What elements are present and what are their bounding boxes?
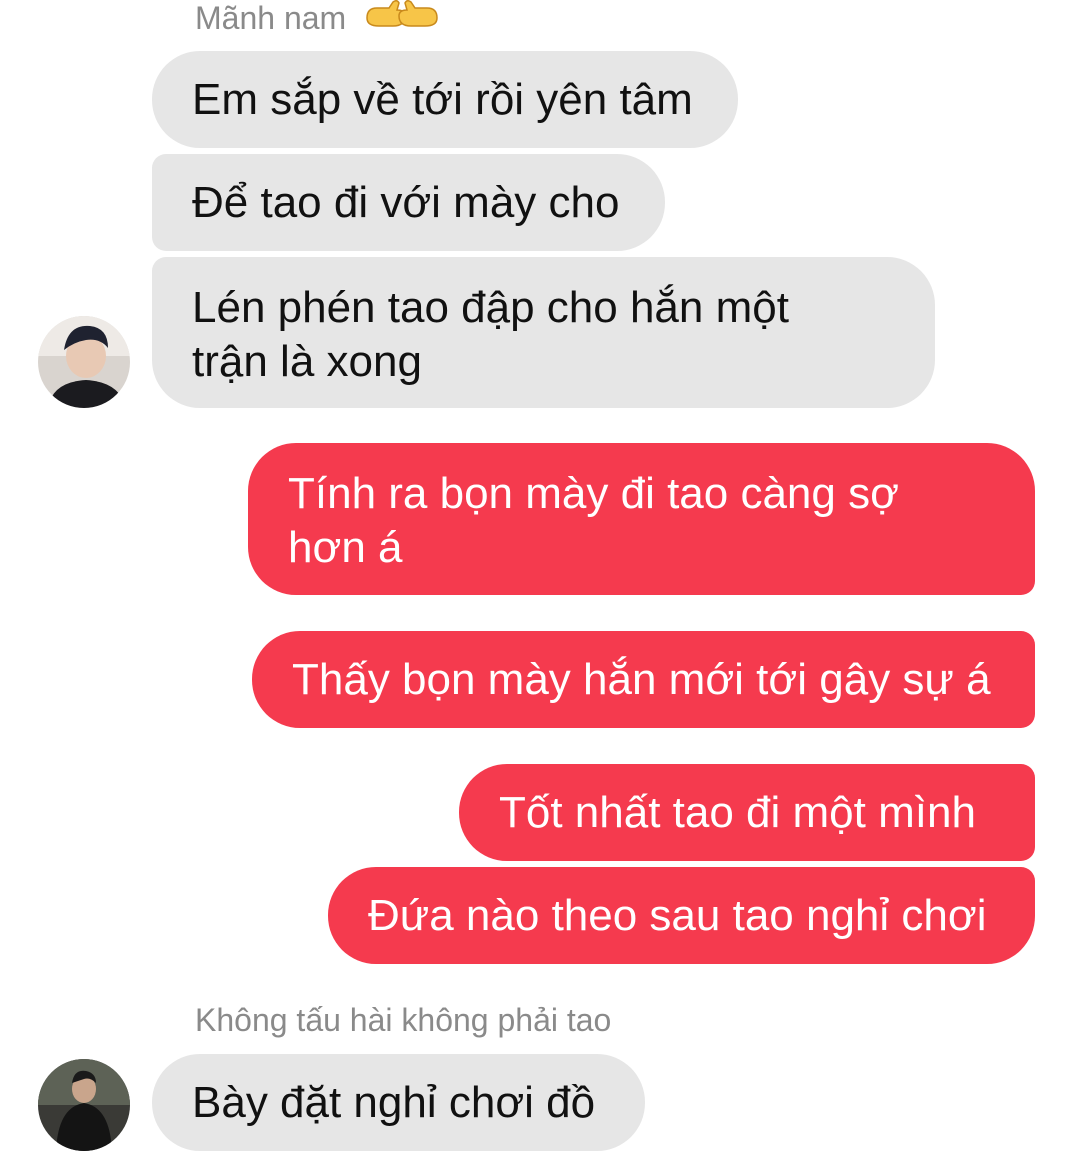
- sender-name: Không tấu hài không phải tao: [195, 1000, 611, 1040]
- message-text: Tính ra bọn mày đi tao càng sợ hơn á: [288, 469, 899, 572]
- message-text: Tốt nhất tao đi một mình: [499, 788, 976, 837]
- message-text: Để tao đi với mày cho: [192, 178, 620, 227]
- message-text: Lén phén tao đập cho hắn một trận là xon…: [192, 283, 789, 386]
- sender-name: Mãnh nam: [195, 0, 441, 43]
- user-avatar-photo-icon: [38, 316, 130, 408]
- message-text: Thấy bọn mày hắn mới tới gây sự á: [292, 655, 991, 704]
- sender-name-text: Mãnh nam: [195, 0, 347, 36]
- avatar[interactable]: [38, 316, 130, 408]
- user-avatar-photo-icon: [38, 1059, 130, 1151]
- chat-thread: Mãnh nam Em sắp về tới rồi yên tâm Để ta…: [0, 0, 1079, 1167]
- outgoing-message-bubble[interactable]: Tính ra bọn mày đi tao càng sợ hơn á: [248, 443, 1035, 595]
- incoming-message-bubble[interactable]: Em sắp về tới rồi yên tâm: [152, 51, 738, 148]
- message-text: Em sắp về tới rồi yên tâm: [192, 75, 693, 124]
- outgoing-message-bubble[interactable]: Đứa nào theo sau tao nghỉ chơi: [328, 867, 1035, 964]
- incoming-message-bubble[interactable]: Để tao đi với mày cho: [152, 154, 665, 251]
- incoming-message-bubble[interactable]: Lén phén tao đập cho hắn một trận là xon…: [152, 257, 935, 408]
- message-text: Bày đặt nghỉ chơi đồ: [192, 1078, 596, 1127]
- pointing-hands-emoji-icon: [363, 0, 441, 43]
- avatar[interactable]: [38, 1059, 130, 1151]
- message-text: Đứa nào theo sau tao nghỉ chơi: [368, 891, 987, 940]
- sender-name-text: Không tấu hài không phải tao: [195, 1002, 612, 1038]
- outgoing-message-bubble[interactable]: Tốt nhất tao đi một mình: [459, 764, 1035, 861]
- outgoing-message-bubble[interactable]: Thấy bọn mày hắn mới tới gây sự á: [252, 631, 1035, 728]
- incoming-message-bubble[interactable]: Bày đặt nghỉ chơi đồ: [152, 1054, 645, 1151]
